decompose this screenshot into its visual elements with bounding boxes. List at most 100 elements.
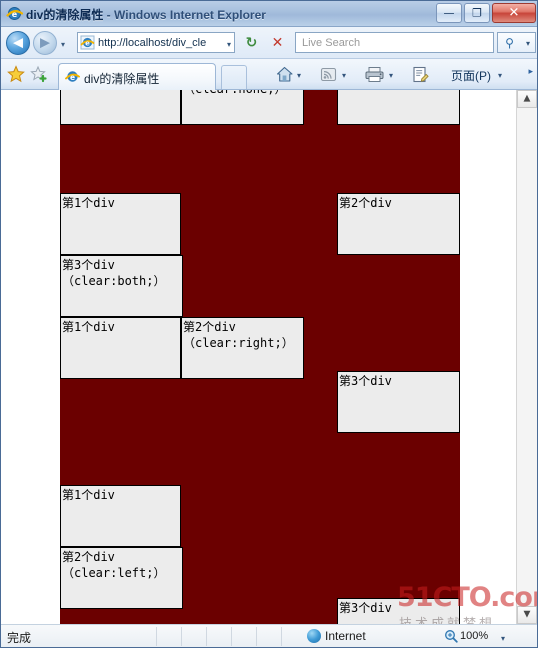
window-title-page: div的清除属性 [26, 8, 104, 22]
demo-box: 第3个div （clear:both;） [60, 255, 183, 317]
home-icon[interactable] [275, 65, 294, 84]
demo-box-line: （clear:none;） [183, 90, 303, 97]
browser-tab[interactable]: e div的清除属性 [58, 63, 216, 90]
page-favicon-icon: e [80, 35, 95, 50]
back-button[interactable]: ◀ [6, 31, 30, 55]
search-provider-dropdown[interactable]: ▾ [521, 32, 536, 53]
add-to-favorites-icon[interactable] [30, 65, 48, 83]
zoom-level-label: 100% [460, 630, 489, 642]
demo-box: 第2个div [337, 193, 460, 255]
demo-box-line: （clear:right;） [183, 336, 294, 350]
page-dropdown-caret-icon[interactable]: ▾ [498, 71, 502, 80]
stop-button[interactable]: ✕ [267, 32, 288, 53]
address-bar[interactable]: e http://localhost/div_cle ▾ [77, 32, 235, 53]
demo-container: 第1个div第3个div（clear:none;）第2个div第1个div第2个… [60, 90, 460, 624]
toolbar-overflow-icon[interactable]: ▸ [528, 67, 533, 77]
refresh-icon: ↻ [245, 34, 258, 51]
window-title: div的清除属性 - Windows Internet Explorer [26, 6, 266, 23]
security-zone-label: Internet [325, 629, 366, 643]
svg-text:e: e [85, 40, 90, 48]
demo-box-line: 第3个div [62, 258, 115, 272]
demo-box-line: 第1个div [62, 488, 115, 502]
status-divider [156, 627, 157, 646]
page-menu-label[interactable]: 页面(P) [451, 67, 491, 84]
triangle-down-icon: ▼ [523, 609, 531, 620]
status-divider [231, 627, 232, 646]
refresh-button[interactable]: ↻ [241, 32, 262, 53]
minimize-button[interactable]: — [436, 3, 462, 23]
demo-box-line: 第1个div [62, 196, 115, 210]
svg-text:e: e [12, 10, 18, 19]
demo-box-line: 第3个div [339, 374, 392, 388]
window-controls: — ❐ ✕ [436, 3, 536, 24]
close-icon: ✕ [508, 5, 520, 21]
zoom-magnifier-icon[interactable] [444, 629, 458, 643]
history-dropdown-caret-icon[interactable]: ▾ [61, 40, 65, 49]
restore-icon: ❐ [472, 6, 482, 20]
demo-box-line: （clear:left;） [62, 566, 166, 580]
demo-box: 第1个div [60, 193, 181, 255]
demo-box-line: 第3个div [339, 601, 392, 615]
new-tab-button[interactable] [221, 65, 247, 89]
page-viewport: 第1个div第3个div（clear:none;）第2个div第1个div第2个… [1, 90, 537, 624]
chevron-down-icon: ▾ [525, 39, 530, 48]
feeds-rss-icon[interactable] [319, 65, 338, 84]
browser-window: e div的清除属性 - Windows Internet Explorer —… [0, 0, 538, 648]
demo-box: 第3个div [337, 598, 460, 624]
zoom-dropdown-caret-icon[interactable]: ▾ [501, 634, 505, 643]
demo-box: 第1个div [60, 90, 181, 125]
forward-arrow-icon: ▶ [40, 35, 50, 51]
demo-box-line: 第2个div [339, 196, 392, 210]
triangle-up-icon: ▲ [523, 93, 531, 104]
demo-box: 第1个div [60, 485, 181, 547]
scroll-down-button[interactable]: ▼ [517, 606, 537, 624]
tab-favicon-icon: e [65, 69, 80, 84]
status-bar: 完成 Internet 100% ▾ [1, 624, 537, 647]
search-icon: ⚲ [505, 36, 514, 50]
search-input[interactable]: Live Search [295, 32, 494, 53]
status-message: 完成 [7, 631, 32, 645]
page-menu-icon[interactable] [411, 65, 430, 84]
scrollbar-track[interactable] [517, 108, 537, 606]
demo-box-line: 第2个div [183, 320, 236, 334]
demo-box: 第3个div [337, 371, 460, 433]
demo-box: 第1个div [60, 317, 181, 379]
feeds-dropdown-caret-icon[interactable]: ▾ [342, 71, 346, 80]
status-divider [256, 627, 257, 646]
back-arrow-icon: ◀ [13, 35, 23, 51]
print-icon[interactable] [364, 65, 385, 84]
status-divider [181, 627, 182, 646]
title-bar: e div的清除属性 - Windows Internet Explorer —… [1, 1, 537, 27]
search-go-button[interactable]: ⚲ [497, 32, 521, 53]
minimize-icon: — [443, 6, 455, 20]
forward-button[interactable]: ▶ [33, 31, 57, 55]
page-canvas: 第1个div第3个div（clear:none;）第2个div第1个div第2个… [1, 90, 518, 624]
status-divider [206, 627, 207, 646]
address-url-text: http://localhost/div_cle [98, 37, 207, 49]
vertical-scrollbar[interactable]: ▲ ▼ [516, 90, 537, 624]
internet-explorer-icon: e [6, 5, 24, 22]
scroll-up-button[interactable]: ▲ [517, 90, 537, 108]
tab-bar: e div的清除属性 ▾ ▾ ▾ 页面(P) ▾ ▸ [1, 59, 537, 90]
restore-button[interactable]: ❐ [464, 3, 490, 23]
navigation-bar: ◀ ▶ ▾ e http://localhost/div_cle ▾ ↻ ✕ L… [1, 27, 537, 59]
close-button[interactable]: ✕ [492, 3, 536, 23]
status-divider [281, 627, 282, 646]
favorites-center-icon[interactable] [7, 65, 25, 83]
security-zone-icon [307, 629, 321, 643]
stop-icon: ✕ [271, 34, 284, 51]
demo-box: 第2个div （clear:left;） [60, 547, 183, 609]
demo-box: 第2个div （clear:right;） [181, 317, 304, 379]
search-placeholder-text: Live Search [302, 37, 361, 49]
window-title-app: - Windows Internet Explorer [103, 8, 266, 22]
home-dropdown-caret-icon[interactable]: ▾ [297, 71, 301, 80]
demo-box: 第2个div [337, 90, 460, 125]
print-dropdown-caret-icon[interactable]: ▾ [389, 71, 393, 80]
demo-box-line: （clear:both;） [62, 274, 166, 288]
demo-box: 第3个div（clear:none;） [181, 90, 304, 125]
demo-box-line: 第1个div [62, 320, 115, 334]
demo-box-line: 第2个div [62, 550, 115, 564]
svg-text:e: e [70, 73, 75, 82]
address-dropdown-caret-icon[interactable]: ▾ [227, 40, 231, 49]
tab-title: div的清除属性 [84, 72, 160, 86]
